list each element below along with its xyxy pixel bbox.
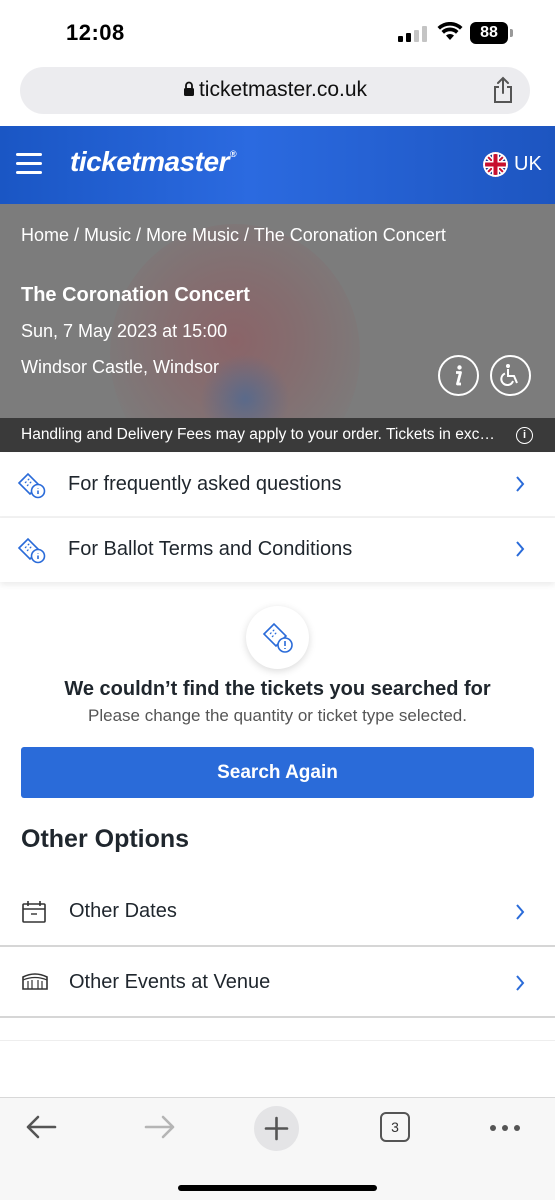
plus-icon — [264, 1116, 289, 1141]
other-options-heading: Other Options — [21, 825, 190, 853]
event-info-button[interactable] — [438, 355, 479, 396]
status-bar: 12:08 88 — [0, 0, 555, 62]
other-events-at-venue-link[interactable]: Other Events at Venue — [0, 948, 555, 1018]
cellular-signal-icon — [398, 26, 427, 42]
battery-nub — [510, 29, 513, 37]
site-header: ticketmaster® UK — [0, 126, 555, 204]
share-icon[interactable] — [492, 76, 514, 104]
ticket-info-icon — [17, 472, 46, 499]
faq-label: For frequently asked questions — [68, 473, 342, 495]
event-title: The Coronation Concert — [21, 284, 250, 306]
logo-text: ticketmaster — [70, 146, 229, 177]
page-footer-spacer — [0, 1040, 555, 1096]
accessibility-button[interactable] — [490, 355, 531, 396]
more-options-icon[interactable] — [489, 1124, 521, 1132]
uk-flag-icon[interactable] — [483, 152, 508, 177]
empty-state-title: We couldn’t find the tickets you searche… — [64, 678, 491, 700]
home-indicator[interactable] — [178, 1185, 377, 1191]
venue-icon — [22, 973, 48, 990]
ballot-terms-label: For Ballot Terms and Conditions — [68, 538, 353, 560]
ticket-info-icon — [17, 537, 46, 564]
no-tickets-badge — [246, 606, 309, 669]
forward-arrow-icon[interactable] — [143, 1112, 177, 1142]
chevron-right-icon — [516, 904, 525, 920]
fees-info-icon[interactable]: i — [516, 427, 533, 444]
chevron-right-icon — [516, 476, 525, 492]
search-again-button[interactable]: Search Again — [21, 747, 534, 798]
other-events-label: Other Events at Venue — [69, 971, 271, 993]
breadcrumb[interactable]: Home / Music / More Music / The Coronati… — [21, 225, 446, 246]
event-date: Sun, 7 May 2023 at 15:00 — [21, 321, 228, 341]
chevron-right-icon — [516, 541, 525, 557]
url-value: ticketmaster.co.uk — [198, 78, 368, 101]
new-tab-button[interactable] — [254, 1106, 299, 1151]
address-bar[interactable]: ticketmaster.co.uk — [20, 67, 530, 114]
empty-state-subtitle: Please change the quantity or ticket typ… — [88, 706, 467, 725]
back-arrow-icon[interactable] — [24, 1112, 58, 1142]
url-text[interactable]: ticketmaster.co.uk — [20, 78, 530, 102]
ticket-alert-icon — [262, 622, 293, 653]
status-time: 12:08 — [66, 20, 125, 45]
fees-notice-bar[interactable]: Handling and Delivery Fees may apply to … — [0, 418, 555, 452]
event-hero: Home / Music / More Music / The Coronati… — [0, 204, 555, 452]
faq-link[interactable]: For frequently asked questions — [0, 453, 555, 517]
other-dates-link[interactable]: Other Dates — [0, 877, 555, 947]
battery-level: 88 — [470, 22, 508, 44]
region-label[interactable]: UK — [514, 153, 542, 176]
tab-switcher-button[interactable]: 3 — [380, 1112, 410, 1142]
calendar-icon — [22, 901, 46, 923]
ballot-terms-link[interactable]: For Ballot Terms and Conditions — [0, 518, 555, 582]
fees-notice-text: Handling and Delivery Fees may apply to … — [21, 426, 495, 443]
info-icon — [456, 365, 462, 386]
ticketmaster-logo[interactable]: ticketmaster® — [70, 146, 237, 178]
wheelchair-icon — [500, 364, 518, 387]
lock-icon — [183, 81, 194, 96]
other-dates-label: Other Dates — [69, 900, 177, 922]
menu-icon[interactable] — [16, 153, 42, 175]
event-venue: Windsor Castle, Windsor — [21, 357, 220, 377]
wifi-icon — [437, 22, 463, 40]
chevron-right-icon — [516, 975, 525, 991]
